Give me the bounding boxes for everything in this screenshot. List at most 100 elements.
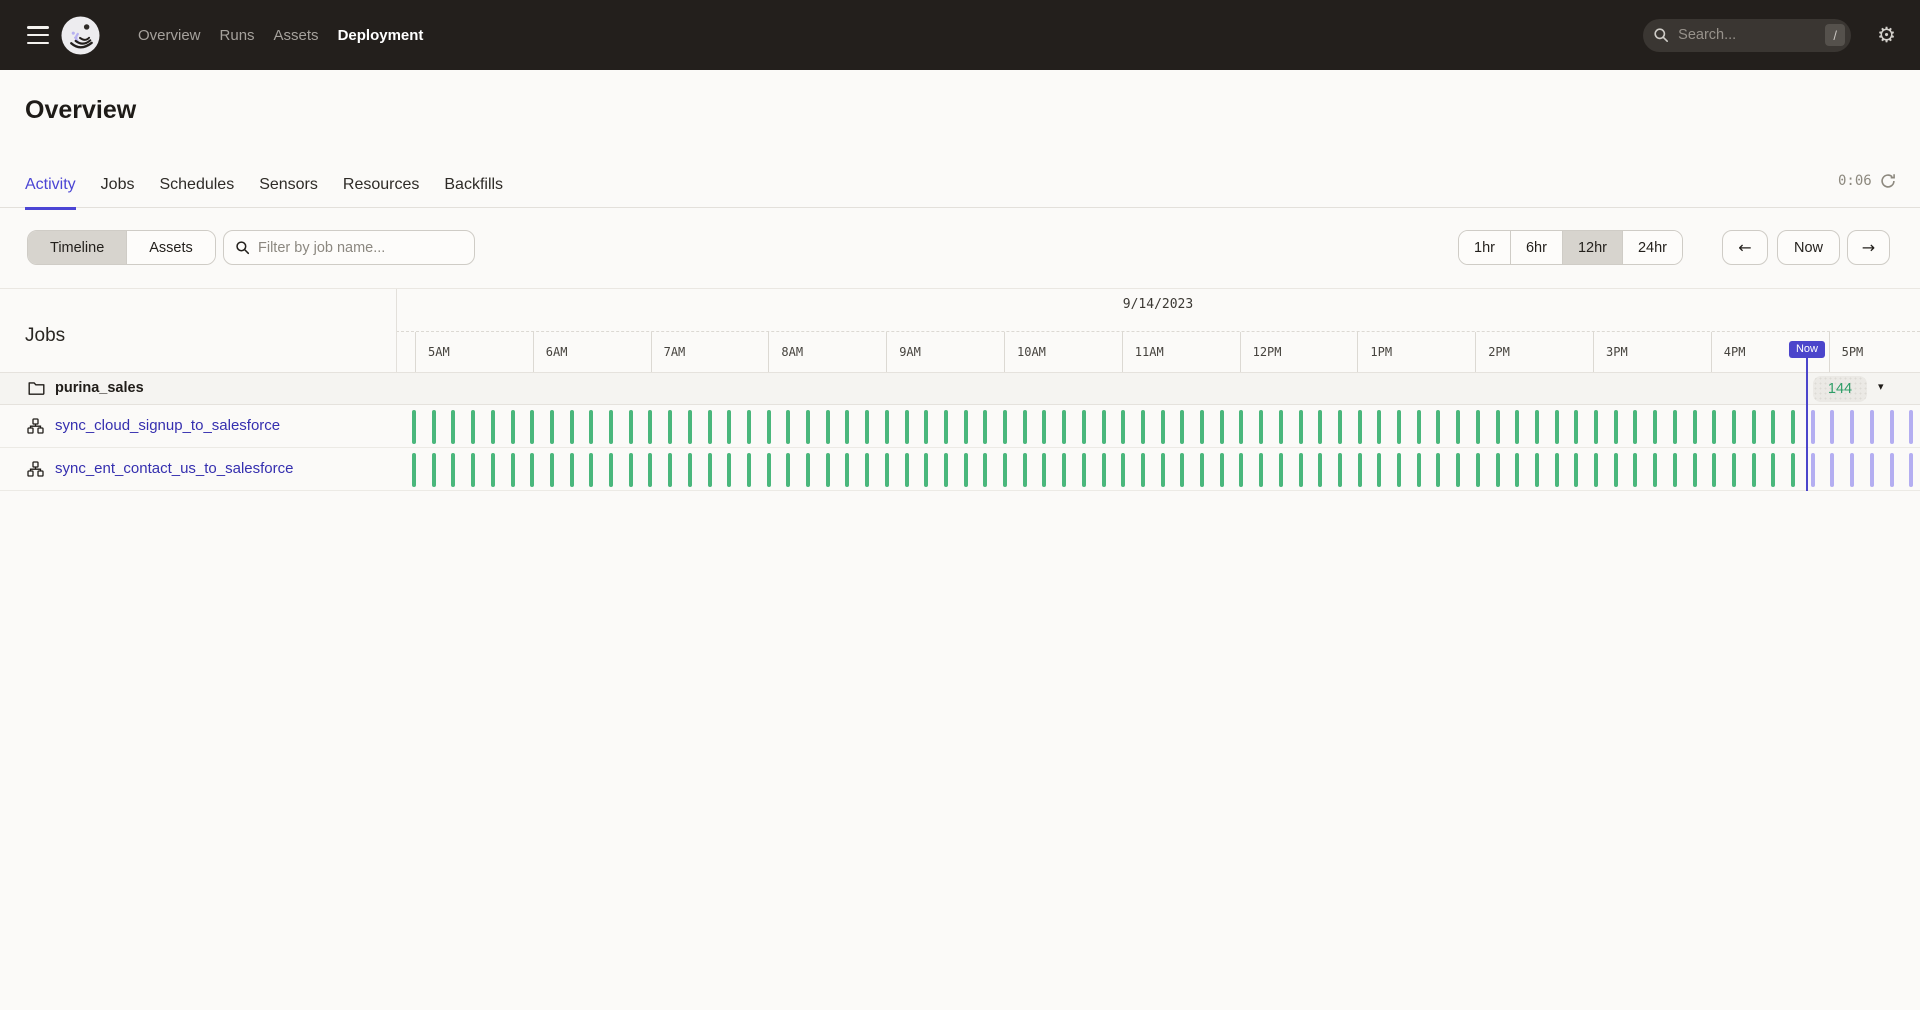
run-tick-success[interactable] xyxy=(1732,410,1736,444)
run-tick-success[interactable] xyxy=(1023,453,1027,487)
run-tick-success[interactable] xyxy=(1417,410,1421,444)
run-tick-success[interactable] xyxy=(767,410,771,444)
run-tick-success[interactable] xyxy=(1180,410,1184,444)
run-tick-success[interactable] xyxy=(1023,410,1027,444)
run-tick-success[interactable] xyxy=(1594,410,1598,444)
run-tick-success[interactable] xyxy=(1299,410,1303,444)
run-tick-success[interactable] xyxy=(629,453,633,487)
run-tick-success[interactable] xyxy=(1456,453,1460,487)
nav-link-overview[interactable]: Overview xyxy=(138,27,201,44)
run-tick-success[interactable] xyxy=(1496,453,1500,487)
run-tick-success[interactable] xyxy=(1239,410,1243,444)
refresh-icon[interactable] xyxy=(1880,173,1896,189)
run-tick-success[interactable] xyxy=(1732,453,1736,487)
run-tick-success[interactable] xyxy=(491,453,495,487)
run-tick-success[interactable] xyxy=(432,453,436,487)
run-tick-success[interactable] xyxy=(1791,453,1795,487)
range-1hr-button[interactable]: 1hr xyxy=(1459,231,1510,264)
run-tick-success[interactable] xyxy=(845,453,849,487)
run-tick-success[interactable] xyxy=(1456,410,1460,444)
run-tick-success[interactable] xyxy=(1555,410,1559,444)
run-tick-success[interactable] xyxy=(1180,453,1184,487)
run-tick-success[interactable] xyxy=(1791,410,1795,444)
tab-jobs[interactable]: Jobs xyxy=(101,176,135,210)
run-tick-success[interactable] xyxy=(1574,410,1578,444)
run-tick-success[interactable] xyxy=(1752,410,1756,444)
run-tick-success[interactable] xyxy=(471,453,475,487)
run-tick-success[interactable] xyxy=(865,453,869,487)
run-tick-success[interactable] xyxy=(1436,410,1440,444)
run-tick-success[interactable] xyxy=(1042,453,1046,487)
run-tick-success[interactable] xyxy=(1712,410,1716,444)
run-tick-success[interactable] xyxy=(1259,453,1263,487)
gear-icon[interactable]: ⚙ xyxy=(1877,25,1896,46)
run-tick-success[interactable] xyxy=(1574,453,1578,487)
run-tick-success[interactable] xyxy=(826,453,830,487)
run-tick-success[interactable] xyxy=(1220,410,1224,444)
run-tick-success[interactable] xyxy=(905,410,909,444)
run-tick-success[interactable] xyxy=(767,453,771,487)
run-tick-success[interactable] xyxy=(1515,453,1519,487)
run-tick-success[interactable] xyxy=(747,453,751,487)
run-tick-success[interactable] xyxy=(1121,453,1125,487)
run-tick-success[interactable] xyxy=(1476,410,1480,444)
run-tick-success[interactable] xyxy=(1614,410,1618,444)
run-tick-success[interactable] xyxy=(708,410,712,444)
run-tick-success[interactable] xyxy=(1358,453,1362,487)
run-tick-scheduled[interactable] xyxy=(1890,410,1894,444)
run-tick-success[interactable] xyxy=(1653,453,1657,487)
run-tick-success[interactable] xyxy=(570,410,574,444)
tab-activity[interactable]: Activity xyxy=(25,176,76,210)
run-tick-scheduled[interactable] xyxy=(1811,410,1815,444)
run-tick-success[interactable] xyxy=(1062,453,1066,487)
run-tick-success[interactable] xyxy=(471,410,475,444)
run-tick-success[interactable] xyxy=(1752,453,1756,487)
run-tick-success[interactable] xyxy=(1417,453,1421,487)
run-tick-success[interactable] xyxy=(1535,410,1539,444)
run-tick-success[interactable] xyxy=(1318,453,1322,487)
run-tick-success[interactable] xyxy=(885,453,889,487)
run-tick-success[interactable] xyxy=(1436,453,1440,487)
run-tick-success[interactable] xyxy=(1358,410,1362,444)
run-tick-success[interactable] xyxy=(1042,410,1046,444)
run-tick-success[interactable] xyxy=(727,410,731,444)
run-count-badge[interactable]: 144 xyxy=(1813,376,1867,402)
run-tick-success[interactable] xyxy=(786,410,790,444)
run-tick-success[interactable] xyxy=(727,453,731,487)
run-tick-success[interactable] xyxy=(1082,410,1086,444)
run-tick-success[interactable] xyxy=(1515,410,1519,444)
run-tick-success[interactable] xyxy=(1397,410,1401,444)
run-tick-success[interactable] xyxy=(1161,410,1165,444)
run-tick-success[interactable] xyxy=(609,453,613,487)
run-tick-success[interactable] xyxy=(1239,453,1243,487)
run-tick-success[interactable] xyxy=(1633,410,1637,444)
run-tick-success[interactable] xyxy=(1082,453,1086,487)
nav-link-assets[interactable]: Assets xyxy=(274,27,319,44)
run-tick-success[interactable] xyxy=(491,410,495,444)
run-tick-success[interactable] xyxy=(924,410,928,444)
run-tick-success[interactable] xyxy=(609,410,613,444)
run-tick-scheduled[interactable] xyxy=(1850,410,1854,444)
run-tick-success[interactable] xyxy=(1161,453,1165,487)
run-tick-success[interactable] xyxy=(1693,410,1697,444)
run-tick-success[interactable] xyxy=(1712,453,1716,487)
run-tick-success[interactable] xyxy=(905,453,909,487)
run-tick-success[interactable] xyxy=(1594,453,1598,487)
range-24hr-button[interactable]: 24hr xyxy=(1622,231,1682,264)
run-tick-success[interactable] xyxy=(964,410,968,444)
run-tick-success[interactable] xyxy=(1338,410,1342,444)
nav-link-runs[interactable]: Runs xyxy=(220,27,255,44)
run-tick-success[interactable] xyxy=(1338,453,1342,487)
run-tick-success[interactable] xyxy=(511,410,515,444)
run-tick-success[interactable] xyxy=(530,410,534,444)
run-tick-success[interactable] xyxy=(826,410,830,444)
run-tick-scheduled[interactable] xyxy=(1830,453,1834,487)
run-tick-success[interactable] xyxy=(1653,410,1657,444)
view-timeline-button[interactable]: Timeline xyxy=(28,231,126,264)
run-tick-scheduled[interactable] xyxy=(1830,410,1834,444)
caret-down-icon[interactable]: ▾ xyxy=(1878,380,1884,393)
run-tick-success[interactable] xyxy=(1377,453,1381,487)
run-tick-success[interactable] xyxy=(1003,453,1007,487)
job-group-name[interactable]: purina_sales xyxy=(55,380,144,396)
run-tick-success[interactable] xyxy=(983,453,987,487)
